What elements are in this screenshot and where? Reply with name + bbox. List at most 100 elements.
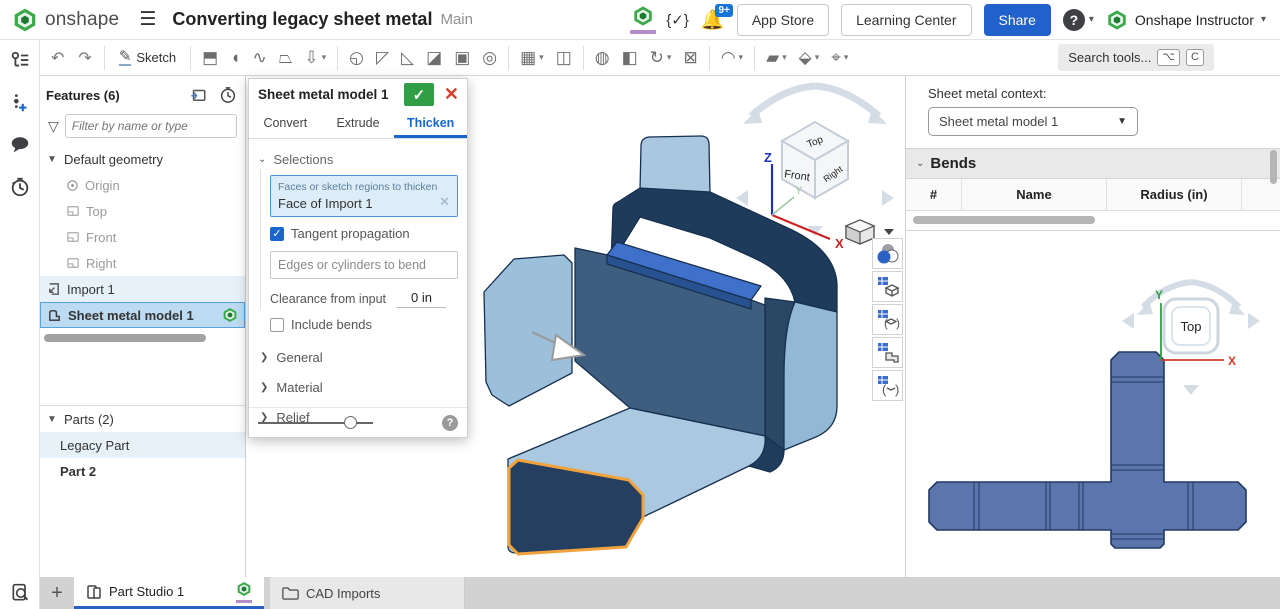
- boolean-button[interactable]: ◍: [589, 46, 616, 69]
- edges-selection-field[interactable]: Edges or cylinders to bend: [270, 251, 458, 279]
- filter-input[interactable]: [65, 114, 237, 138]
- sm-view-flat-annotated-button[interactable]: (): [872, 370, 903, 401]
- tree-item-import-1[interactable]: Import 1: [40, 276, 245, 302]
- app-store-button[interactable]: App Store: [737, 4, 829, 36]
- tangent-checkbox[interactable]: ✓: [270, 227, 284, 241]
- tree-item-origin[interactable]: Origin: [40, 172, 245, 198]
- hole-button[interactable]: ◎: [476, 46, 503, 69]
- help-icon[interactable]: ?: [442, 415, 458, 431]
- tree-item-front[interactable]: Front: [40, 224, 245, 250]
- material-section[interactable]: ❯ Material: [258, 372, 458, 402]
- redo-button[interactable]: ↷: [71, 45, 98, 71]
- selections-section-header[interactable]: ⌄ Selections: [258, 147, 458, 175]
- sweep-button[interactable]: ∿: [246, 46, 272, 69]
- new-folder-icon[interactable]: [189, 86, 207, 104]
- bends-title: Bends: [930, 155, 976, 172]
- shell-button[interactable]: ▣: [448, 46, 476, 69]
- bends-horizontal-scrollbar[interactable]: [913, 216, 1095, 224]
- thicken-button[interactable]: ⇩▾: [298, 46, 332, 69]
- delete-part-button[interactable]: ⊠: [677, 46, 703, 69]
- parts-group[interactable]: ▼ Parts (2): [40, 406, 245, 432]
- search-tools-input[interactable]: Search tools... ⌥ C: [1058, 44, 1214, 71]
- mate-connector-button[interactable]: ⌖▾: [825, 46, 854, 69]
- extrude-button[interactable]: ⬒: [196, 46, 224, 69]
- rotate-left-icon[interactable]: [736, 190, 748, 206]
- slider-handle[interactable]: [344, 416, 357, 429]
- include-bends-checkbox[interactable]: [270, 318, 284, 332]
- sm-view-flat-button[interactable]: [872, 337, 903, 368]
- mirror-button[interactable]: ◫: [550, 46, 578, 69]
- history-icon[interactable]: [9, 176, 31, 198]
- versions-button[interactable]: [632, 5, 654, 34]
- clearance-input[interactable]: 0 in: [397, 290, 446, 308]
- tree-group-default-geometry[interactable]: ▼ Default geometry: [40, 146, 245, 172]
- rollback-history-icon[interactable]: [219, 86, 237, 104]
- tab-thicken[interactable]: Thicken: [394, 110, 467, 138]
- chevron-down-icon[interactable]: [884, 229, 894, 235]
- sm-view-simplified-button[interactable]: (): [872, 304, 903, 335]
- part-item-part-2[interactable]: Part 2: [40, 458, 245, 484]
- tab-cad-imports[interactable]: CAD Imports: [270, 577, 465, 609]
- chamfer-button[interactable]: ◸: [370, 46, 395, 69]
- workspace-name[interactable]: Main: [440, 11, 473, 28]
- plane-button[interactable]: ▰▾: [760, 46, 793, 69]
- sheet-metal-bend-button[interactable]: ◠▾: [715, 46, 749, 69]
- revolve-button[interactable]: ◖: [224, 46, 246, 69]
- flat-pattern-viewport[interactable]: Top Y X: [906, 235, 1280, 575]
- tab-extrude[interactable]: Extrude: [322, 110, 395, 138]
- tree-item-right[interactable]: Right: [40, 250, 245, 276]
- main-menu-icon[interactable]: ☰: [129, 8, 166, 31]
- rotate-arc-left-icon[interactable]: [751, 86, 815, 116]
- opacity-slider[interactable]: [258, 422, 373, 424]
- part-item-legacy-part[interactable]: Legacy Part: [40, 432, 245, 458]
- rotate-arc-right-icon[interactable]: [815, 86, 879, 116]
- flat-pattern-shape[interactable]: [929, 352, 1246, 548]
- tree-item-top[interactable]: Top: [40, 198, 245, 224]
- bends-vertical-scrollbar[interactable]: [1270, 150, 1277, 184]
- tab-convert[interactable]: Convert: [249, 110, 322, 138]
- features-scrollbar[interactable]: [44, 334, 206, 342]
- clear-selection-icon[interactable]: ✕: [439, 194, 450, 210]
- tree-item-sheet-metal-model-1[interactable]: Sheet metal model 1: [40, 302, 245, 328]
- general-section[interactable]: ❯ General: [258, 342, 458, 372]
- learning-center-button[interactable]: Learning Center: [841, 4, 971, 36]
- rotate-right-icon[interactable]: [882, 190, 894, 206]
- rotate-left-icon[interactable]: [1122, 313, 1134, 329]
- sm-view-folded-button[interactable]: [872, 271, 903, 302]
- onshape-logo[interactable]: onshape: [0, 7, 129, 33]
- fillet-button[interactable]: ◵: [343, 46, 370, 69]
- cancel-button[interactable]: ✕: [440, 84, 463, 105]
- featurescript-icon[interactable]: {✓}: [666, 11, 689, 29]
- context-dropdown[interactable]: Sheet metal model 1 ▼: [928, 107, 1138, 136]
- dialog-title-bar[interactable]: Sheet metal model 1 ✓ ✕: [249, 79, 467, 110]
- undo-button[interactable]: ↶: [44, 45, 71, 71]
- faces-selection-field[interactable]: Faces or sketch regions to thicken Face …: [270, 175, 458, 217]
- split-button[interactable]: ◧: [616, 46, 644, 69]
- account-menu[interactable]: Onshape Instructor ▾: [1106, 9, 1266, 31]
- appearance-button[interactable]: [872, 238, 903, 269]
- draft-button[interactable]: ◺: [395, 46, 420, 69]
- named-views-button[interactable]: ⬙▾: [793, 46, 826, 69]
- tab-part-studio-1[interactable]: Part Studio 1: [74, 577, 264, 609]
- help-menu[interactable]: ? ▾: [1063, 9, 1094, 31]
- share-button[interactable]: Share: [984, 4, 1051, 36]
- sketch-button[interactable]: ✎ Sketch: [110, 46, 185, 69]
- tangent-propagation-row[interactable]: ✓ Tangent propagation: [270, 226, 458, 241]
- rotate-right-icon[interactable]: [1248, 313, 1260, 329]
- notifications-button[interactable]: 🔔 9+: [701, 8, 725, 32]
- insert-feature-icon[interactable]: [9, 92, 31, 114]
- comment-icon[interactable]: [9, 134, 31, 156]
- follow-mode-button[interactable]: [0, 577, 40, 609]
- toolbar-separator: [508, 46, 509, 70]
- rotate-down-icon[interactable]: [1183, 385, 1199, 395]
- view-cube[interactable]: Top Front Right: [736, 86, 894, 236]
- feature-list-icon[interactable]: [9, 50, 31, 72]
- loft-button[interactable]: ⏢: [273, 46, 299, 69]
- bends-section-header[interactable]: ⌄ Bends: [906, 148, 1280, 179]
- rib-button[interactable]: ◪: [420, 46, 448, 69]
- transform-button[interactable]: ↻▾: [644, 46, 678, 69]
- linear-pattern-button[interactable]: ▦▾: [514, 46, 550, 69]
- include-bends-row[interactable]: Include bends: [270, 317, 458, 332]
- confirm-button[interactable]: ✓: [404, 83, 434, 106]
- add-tab-button[interactable]: +: [40, 577, 74, 609]
